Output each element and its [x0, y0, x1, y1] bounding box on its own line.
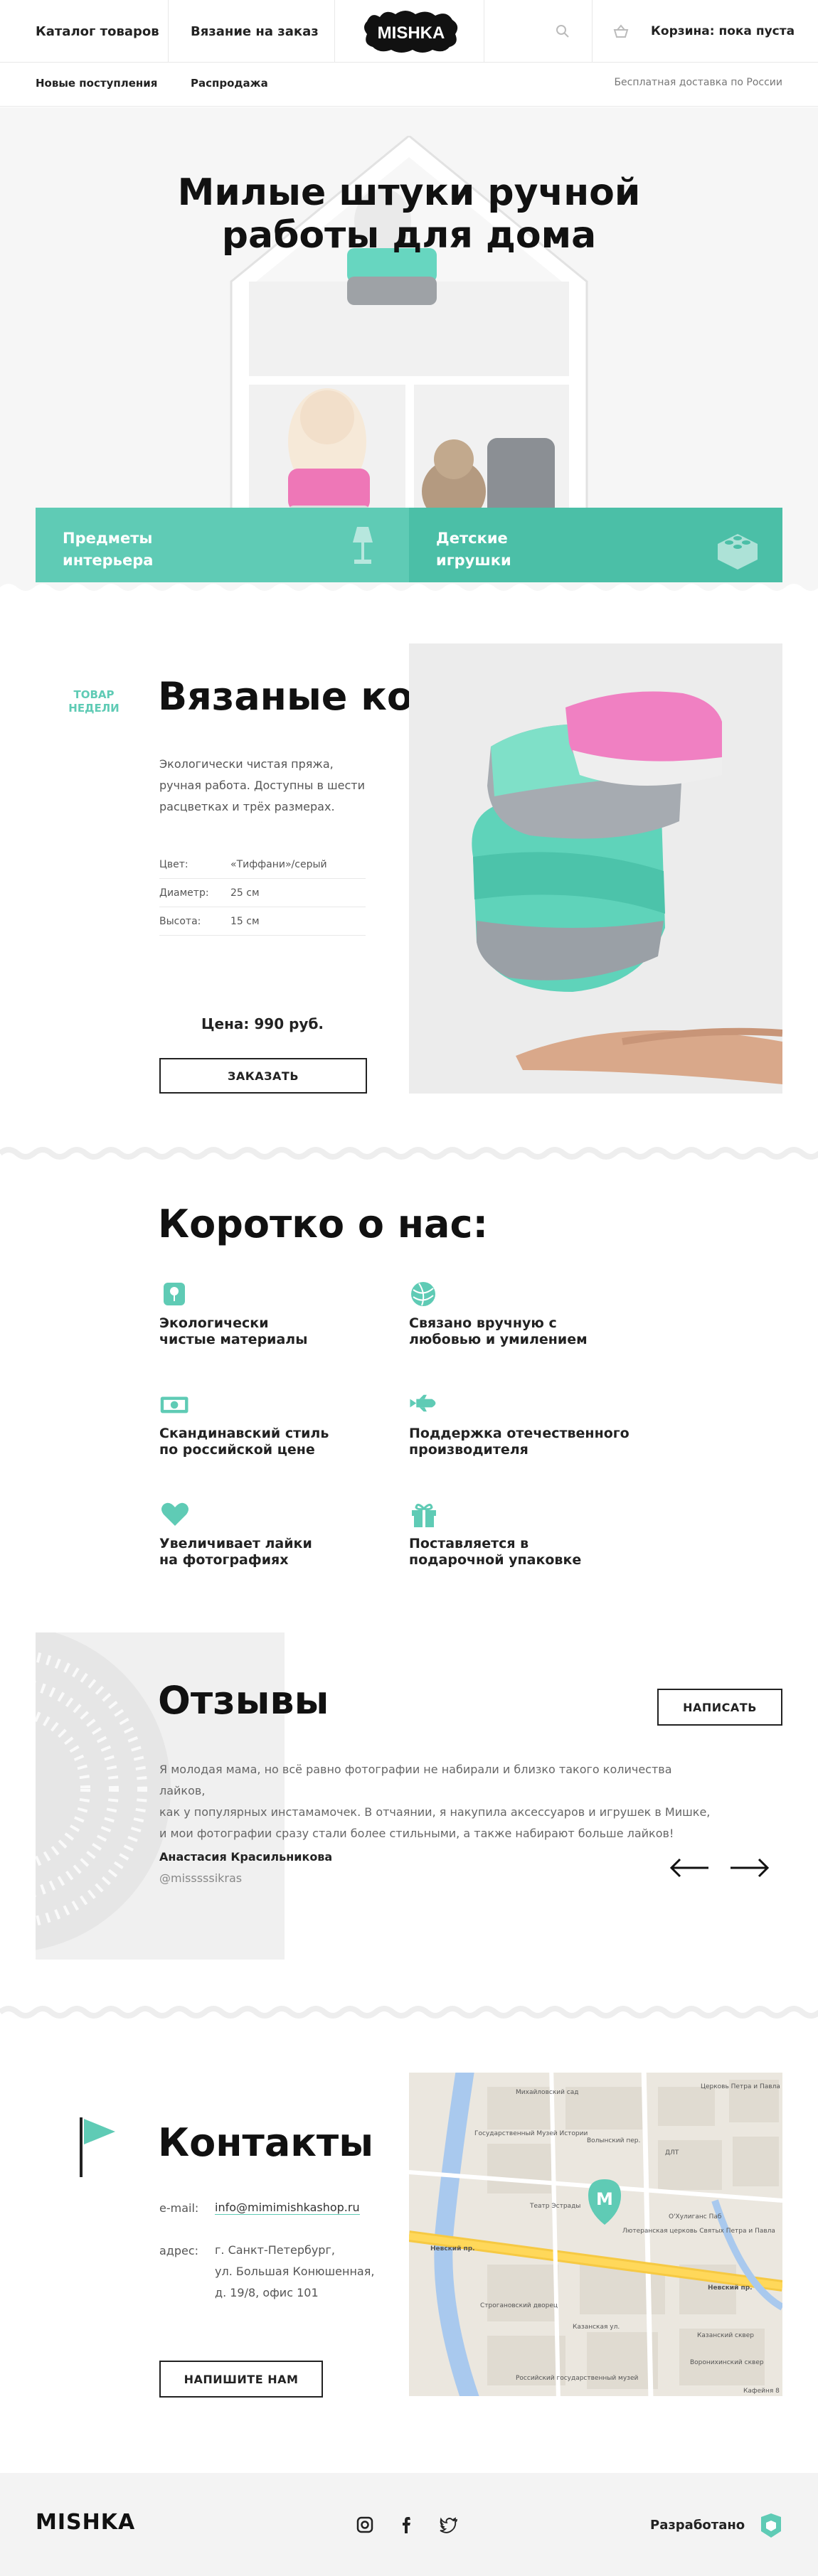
rocket-icon: [410, 1394, 436, 1412]
write-us-button[interactable]: НАПИШИТЕ НАМ: [159, 2361, 323, 2398]
map-label: Российский государственный музей: [516, 2375, 638, 2382]
contacts-title: Контакты: [158, 2120, 374, 2165]
spec-row-color: Цвет: «Тиффани»/серый: [159, 850, 366, 879]
lego-brick-icon: [718, 534, 758, 570]
banknote-icon: [160, 1396, 188, 1413]
arrow-right-icon[interactable]: [729, 1857, 770, 1878]
map-label: Воронихинский сквер: [690, 2359, 764, 2366]
search-icon[interactable]: [556, 24, 570, 38]
spec-row-diameter: Диаметр: 25 см: [159, 879, 366, 907]
site-header: Каталог товаров Вязание на заказ MISHKA …: [0, 0, 818, 63]
developed-by-label: Разработано: [650, 2518, 745, 2533]
twitter-icon[interactable]: [440, 2516, 458, 2534]
page: Каталог товаров Вязание на заказ MISHKA …: [0, 0, 818, 2576]
map-label: Строгановский дворец: [480, 2302, 558, 2309]
flower-icon: [164, 1283, 185, 1305]
logo[interactable]: MISHKA: [361, 7, 461, 55]
footer-logo[interactable]: MISHKA: [36, 2510, 135, 2535]
map-marker: M: [596, 2189, 613, 2209]
nav-sale[interactable]: Распродажа: [191, 77, 268, 90]
write-review-button[interactable]: НАПИСАТЬ: [657, 1689, 782, 1726]
review-author: Анастасия Красильникова: [159, 1850, 333, 1864]
hero-title: Милые штуки ручной работы для дома: [177, 171, 641, 257]
facebook-icon[interactable]: [398, 2516, 417, 2534]
map-label: О'Хулиганс Паб: [669, 2213, 722, 2220]
map-label: Михайловский сад: [516, 2089, 579, 2096]
spec-row-height: Высота: 15 см: [159, 907, 366, 936]
free-shipping-note: Бесплатная доставка по России: [614, 77, 782, 88]
map-label: ДЛТ: [665, 2149, 679, 2157]
map[interactable]: M Государственный Музей Истории Невский …: [409, 2073, 782, 2396]
hero-section: Милые штуки ручной работы для дома Предме…: [0, 107, 818, 591]
map-label: Невский пр.: [430, 2245, 475, 2252]
map-label: Казанская ул.: [573, 2324, 620, 2331]
divider: [592, 0, 593, 63]
instagram-icon[interactable]: [356, 2516, 374, 2534]
map-label: Лютеранская церковь Святых Петра и Павла: [622, 2228, 775, 2235]
divider: [334, 0, 335, 63]
wave-divider: [0, 2006, 818, 2019]
email-label: e-mail:: [159, 2201, 199, 2215]
yarn-ball-icon: [411, 1282, 435, 1306]
address: г. Санкт-Петербург, ул. Большая Конюшенна…: [215, 2243, 375, 2299]
product-of-week-badge: ТОВАР НЕДЕЛИ: [68, 688, 119, 715]
divider: [168, 0, 169, 63]
cart-status[interactable]: Корзина: пока пуста: [651, 0, 795, 63]
email-link[interactable]: info@mimimishkashop.ru: [215, 2197, 360, 2218]
arrow-left-icon[interactable]: [669, 1857, 710, 1878]
flag-icon: [80, 2117, 115, 2177]
nav-custom-knitting[interactable]: Вязание на заказ: [191, 0, 319, 63]
site-footer: MISHKA Разработано: [0, 2473, 818, 2576]
product-price: Цена: 990 руб.: [201, 1015, 324, 1032]
about-title: Коротко о нас:: [158, 1202, 489, 1246]
address-label: адрес:: [159, 2244, 199, 2257]
baskets-image: [472, 691, 783, 1084]
map-label: Театр Эстрады: [529, 2203, 580, 2210]
wave-divider: [0, 1147, 818, 1160]
order-button[interactable]: ЗАКАЗАТЬ: [159, 1058, 367, 1094]
html-academy-icon[interactable]: [760, 2513, 782, 2538]
nav-new-arrivals[interactable]: Новые поступления: [36, 77, 157, 90]
reviews-title: Отзывы: [158, 1678, 329, 1723]
product-photo: [409, 643, 783, 1094]
logo-text: MISHKA: [378, 23, 445, 43]
map-label: Церковь Петра и Павла: [701, 2083, 780, 2090]
review-text: Я молодая мама, но всё равно фотографии …: [159, 1763, 711, 1840]
category-kids-toys[interactable]: Детские игрушки: [409, 508, 782, 582]
gift-icon: [412, 1504, 436, 1527]
basket-icon[interactable]: [613, 24, 629, 38]
map-label: Волынский пер.: [587, 2137, 640, 2144]
heart-icon: [161, 1502, 188, 1526]
sub-navigation: Новые поступления Распродажа Бесплатная …: [0, 63, 818, 107]
lamp-icon: [353, 527, 373, 564]
category-interior[interactable]: Предметы интерьера: [36, 508, 409, 582]
map-label: Государственный Музей Истории: [474, 2130, 588, 2137]
nav-catalog[interactable]: Каталог товаров: [36, 0, 159, 63]
map-label: Казанский сквер: [697, 2332, 754, 2339]
map-label: Кафейня 8: [743, 2388, 780, 2395]
product-description: Экологически чистая пряжа, ручная работа.…: [159, 757, 365, 813]
map-label: Невский пр.: [708, 2284, 753, 2292]
review-author-handle: @misssssikras: [159, 1871, 243, 1885]
wave-divider: [0, 584, 818, 594]
